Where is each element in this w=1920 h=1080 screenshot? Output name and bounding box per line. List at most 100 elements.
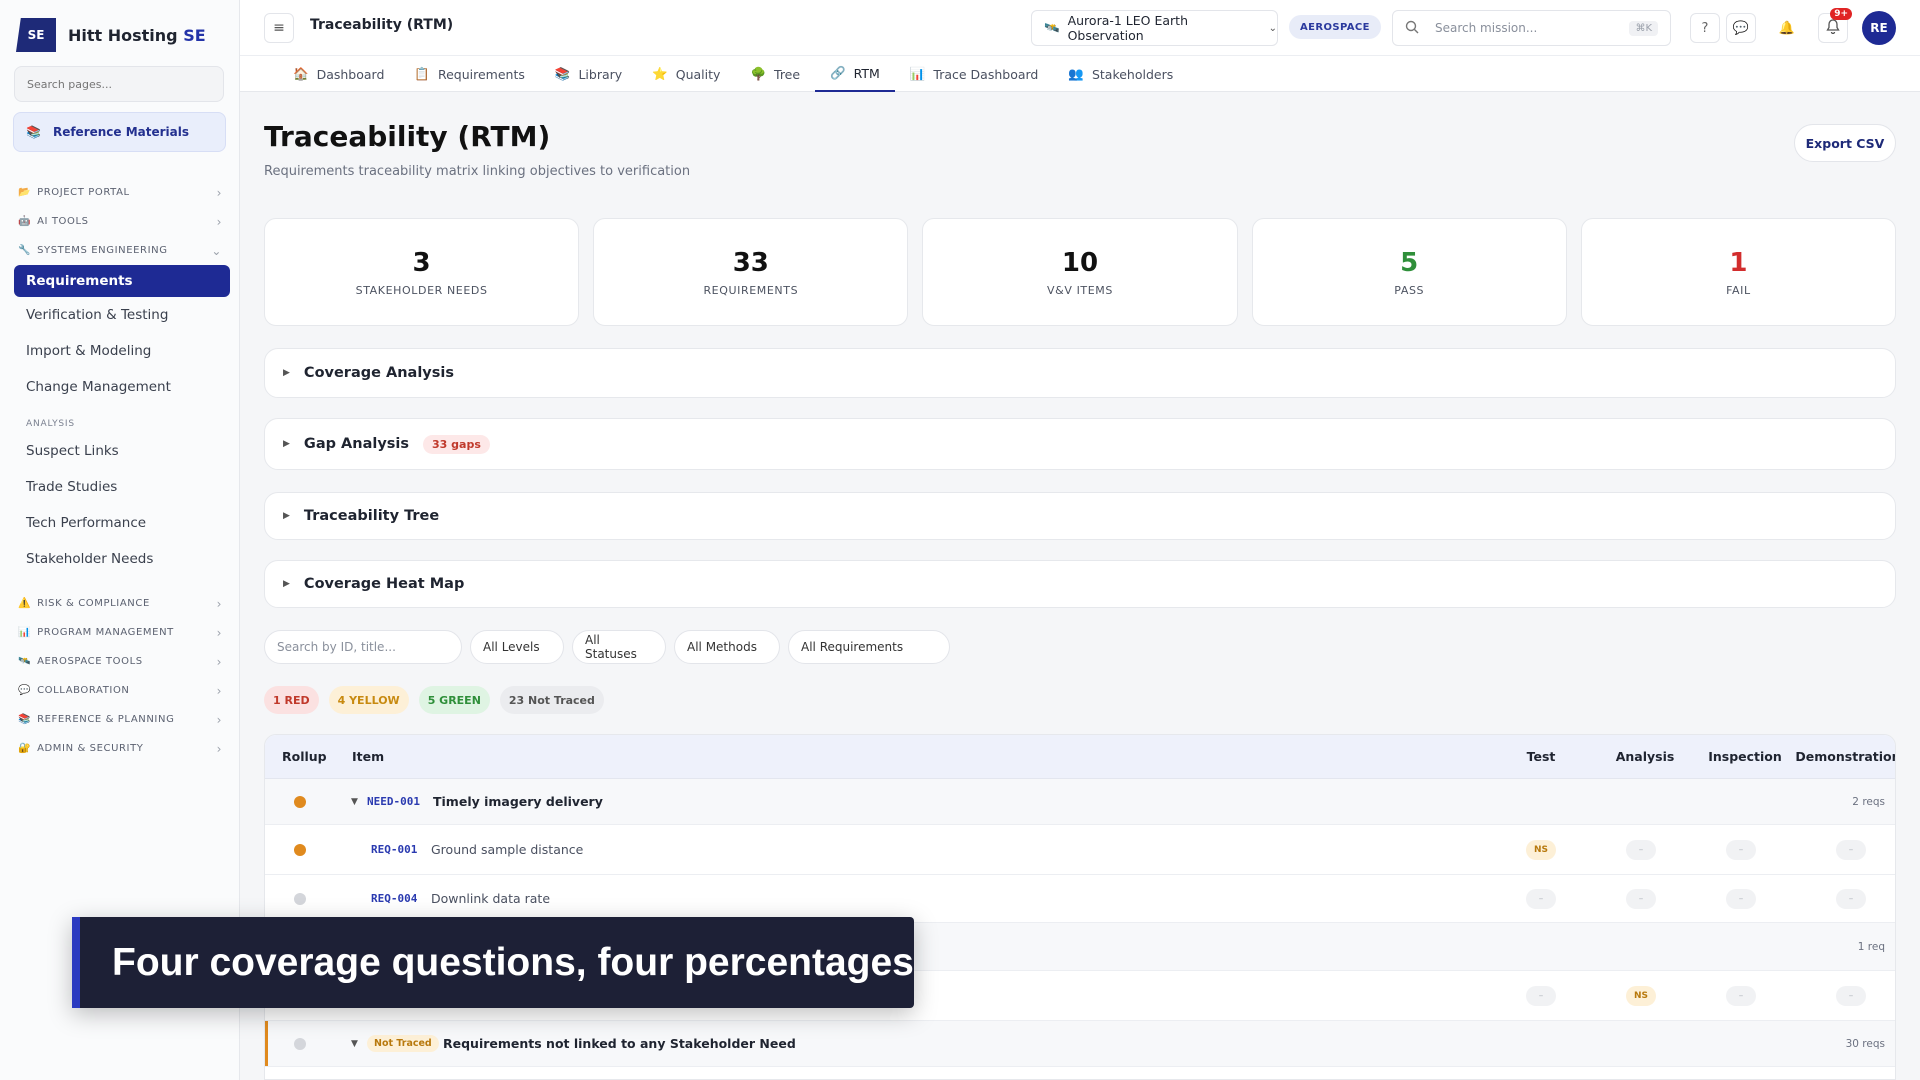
help-button[interactable]: ? xyxy=(1690,13,1720,43)
domain-tag: AEROSPACE xyxy=(1289,15,1381,39)
help-icon: ? xyxy=(1701,20,1709,36)
legend-not-traced-pill[interactable]: 23 Not Traced xyxy=(499,686,604,714)
collapse-triangle-icon[interactable]: ▼ xyxy=(351,1039,358,1049)
sidebar-item-verification-testing[interactable]: Verification & Testing xyxy=(0,297,240,333)
chat-button[interactable]: 💬 xyxy=(1726,13,1756,43)
sidebar-pinned-reference-materials[interactable]: 📚 Reference Materials xyxy=(13,112,226,152)
notifications-button[interactable]: 9+ xyxy=(1818,8,1852,43)
col-inspection: Inspection xyxy=(1708,749,1782,764)
demonstration-cell[interactable]: – xyxy=(1836,888,1866,909)
gap-analysis-section[interactable]: ▶ Gap Analysis 33 gaps xyxy=(264,418,1896,470)
home-icon: 🏠 xyxy=(293,66,309,81)
stat-card-fail: 1 FAIL xyxy=(1580,218,1897,326)
coverage-analysis-section[interactable]: ▶ Coverage Analysis xyxy=(264,348,1896,398)
books-icon: 📚 xyxy=(26,125,41,139)
tab-stakeholders[interactable]: 👥 Stakeholders xyxy=(1053,56,1188,92)
demonstration-cell[interactable]: – xyxy=(1836,839,1866,860)
table-row-not-traced[interactable]: ▼ Not Traced Requirements not linked to … xyxy=(265,1021,1895,1067)
tab-tree[interactable]: 🌳 Tree xyxy=(735,56,815,92)
announcements-button[interactable]: 🔔 xyxy=(1772,13,1802,43)
need-id[interactable]: NEED-001 xyxy=(367,795,420,808)
statuses-filter[interactable]: All Statuses xyxy=(572,630,666,664)
legend-yellow-pill[interactable]: 4 YELLOW xyxy=(328,686,409,714)
sidebar-item-import-modeling[interactable]: Import & Modeling xyxy=(0,333,240,369)
sidebar-item-requirements[interactable]: Requirements xyxy=(14,265,230,297)
hamburger-icon: ≡ xyxy=(273,20,285,36)
sidebar-section-project-portal[interactable]: 📂 PROJECT PORTAL › xyxy=(0,178,240,207)
inspection-cell[interactable]: – xyxy=(1726,985,1756,1006)
analysis-cell[interactable]: NS xyxy=(1626,985,1656,1006)
legend-green-pill[interactable]: 5 GREEN xyxy=(418,686,490,714)
analysis-cell[interactable]: – xyxy=(1626,839,1656,860)
demonstration-cell[interactable]: – xyxy=(1836,985,1866,1006)
analysis-cell[interactable]: – xyxy=(1626,888,1656,909)
requirement-id[interactable]: REQ-004 xyxy=(371,892,417,905)
requirements-filter[interactable]: All Requirements xyxy=(788,630,950,664)
notification-count-badge: 9+ xyxy=(1830,8,1852,20)
traceability-tree-section[interactable]: ▶ Traceability Tree xyxy=(264,492,1896,540)
tab-library[interactable]: 📚 Library xyxy=(540,56,637,92)
req-count: 30 reqs xyxy=(1845,1037,1885,1050)
tab-quality[interactable]: ⭐ Quality xyxy=(637,56,735,92)
rtm-search-input[interactable]: Search by ID, title... xyxy=(264,630,462,664)
inspection-cell[interactable]: – xyxy=(1726,888,1756,909)
test-cell[interactable]: NS xyxy=(1526,839,1556,860)
methods-filter[interactable]: All Methods xyxy=(674,630,780,664)
sidebar-section-reference-planning[interactable]: 📚 REFERENCE & PLANNING › xyxy=(0,705,240,734)
stat-label: FAIL xyxy=(1726,283,1751,297)
sidebar-section-ai-tools[interactable]: 🤖 AI TOOLS › xyxy=(0,207,240,236)
sidebar-section-collaboration[interactable]: 💬 COLLABORATION › xyxy=(0,676,240,705)
table-row[interactable]: REQ-004 Downlink data rate – – – – xyxy=(265,875,1895,923)
robot-icon: 🤖 xyxy=(18,216,32,227)
requirement-id[interactable]: REQ-001 xyxy=(371,843,417,856)
collapse-triangle-icon[interactable]: ▼ xyxy=(351,797,358,807)
rollup-status-dot xyxy=(294,843,306,856)
inspection-cell[interactable]: – xyxy=(1726,839,1756,860)
sidebar-item-tech-performance[interactable]: Tech Performance xyxy=(0,505,240,541)
tab-dashboard[interactable]: 🏠 Dashboard xyxy=(278,56,399,92)
stat-value: 1 xyxy=(1729,247,1748,278)
satellite-icon: 🛰️ xyxy=(1044,20,1060,35)
sidebar-section-admin-security[interactable]: 🔐 ADMIN & SECURITY › xyxy=(0,734,240,763)
star-icon: ⭐ xyxy=(652,66,668,81)
test-cell[interactable]: – xyxy=(1526,888,1556,909)
chevron-right-icon: › xyxy=(216,683,222,698)
brand-logo: SE xyxy=(16,18,56,52)
sidebar-section-systems-engineering[interactable]: 🔧 SYSTEMS ENGINEERING ⌄ xyxy=(0,236,240,265)
need-title: Timely imagery delivery xyxy=(433,794,603,809)
sidebar-item-stakeholder-needs[interactable]: Stakeholder Needs xyxy=(0,541,240,577)
levels-filter[interactable]: All Levels xyxy=(470,630,564,664)
export-csv-button[interactable]: Export CSV xyxy=(1794,124,1896,162)
video-caption-overlay: Four coverage questions, four percentage… xyxy=(72,917,914,1008)
sidebar-item-change-management[interactable]: Change Management xyxy=(0,369,240,405)
sidebar-search-input[interactable] xyxy=(14,66,224,102)
tab-trace-dashboard[interactable]: 📊 Trace Dashboard xyxy=(895,56,1054,92)
legend-red-pill[interactable]: 1 RED xyxy=(264,686,319,714)
page-subtitle: Requirements traceability matrix linking… xyxy=(264,164,691,179)
tab-rtm[interactable]: 🔗 RTM xyxy=(815,56,895,92)
mission-search[interactable]: Search mission... ⌘K xyxy=(1392,10,1671,46)
avatar[interactable]: RE xyxy=(1862,11,1896,45)
table-row[interactable]: REQ-001 Ground sample distance NS – – – xyxy=(265,825,1895,875)
menu-toggle-button[interactable]: ≡ xyxy=(264,13,294,43)
table-row-need[interactable]: ▼ NEED-001 Timely imagery delivery 2 req… xyxy=(265,779,1895,825)
sidebar-item-suspect-links[interactable]: Suspect Links xyxy=(0,433,240,469)
brand[interactable]: SE Hitt Hosting SE xyxy=(16,18,206,52)
stat-label: PASS xyxy=(1394,283,1425,297)
tab-requirements[interactable]: 📋 Requirements xyxy=(399,56,539,92)
coverage-heat-map-section[interactable]: ▶ Coverage Heat Map xyxy=(264,560,1896,608)
expand-triangle-icon: ▶ xyxy=(283,579,290,589)
stat-value: 3 xyxy=(412,247,431,278)
col-rollup: Rollup xyxy=(282,749,327,764)
not-traced-title: Requirements not linked to any Stakehold… xyxy=(443,1036,796,1051)
sidebar-section-program-management[interactable]: 📊 PROGRAM MANAGEMENT › xyxy=(0,618,240,647)
brand-name: Hitt Hosting SE xyxy=(68,25,206,45)
sidebar-section-risk-compliance[interactable]: ⚠️ RISK & COMPLIANCE › xyxy=(0,589,240,618)
sidebar-section-aerospace-tools[interactable]: 🛰️ AEROSPACE TOOLS › xyxy=(0,647,240,676)
rollup-legend: 1 RED 4 YELLOW 5 GREEN 23 Not Traced xyxy=(264,686,604,714)
search-icon xyxy=(1405,20,1419,37)
folder-icon: 📂 xyxy=(18,187,32,198)
sidebar-item-trade-studies[interactable]: Trade Studies xyxy=(0,469,240,505)
mission-selector[interactable]: 🛰️ Aurora-1 LEO Earth Observation ⌄ xyxy=(1031,10,1278,46)
test-cell[interactable]: – xyxy=(1526,985,1556,1006)
